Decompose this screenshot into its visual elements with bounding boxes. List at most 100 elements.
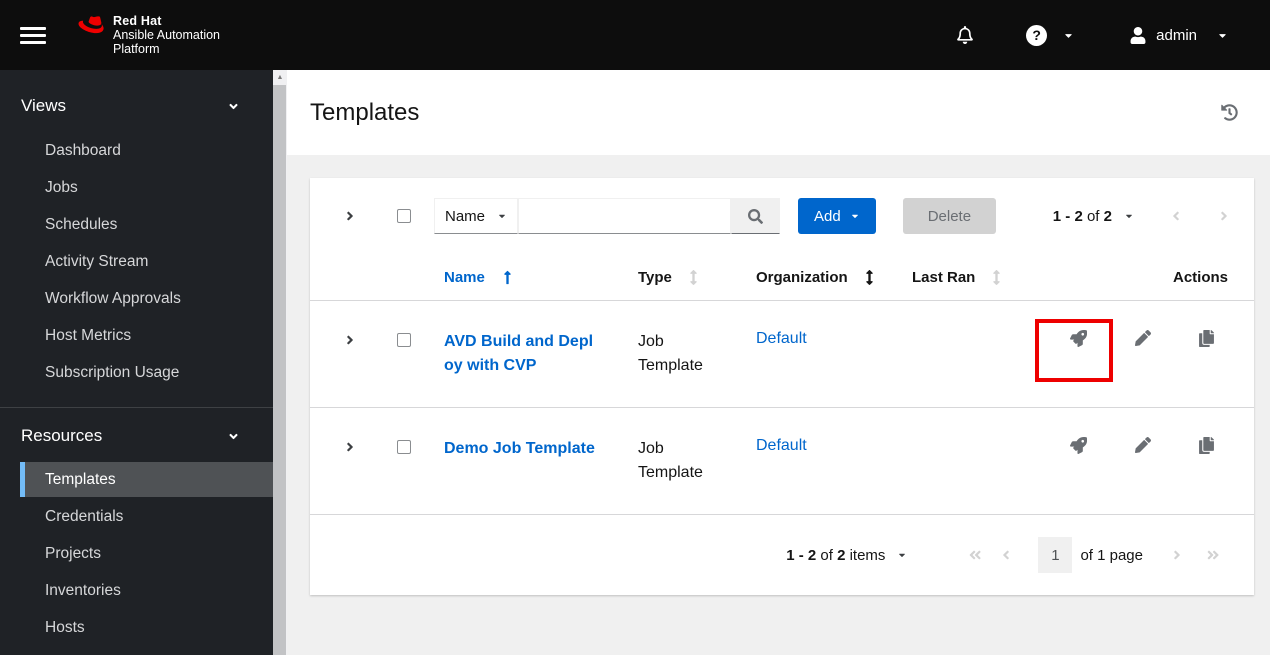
next-page-button[interactable] bbox=[1218, 209, 1230, 223]
search-button[interactable] bbox=[731, 198, 780, 234]
search-icon bbox=[748, 208, 763, 224]
template-type: Job Template bbox=[638, 440, 703, 481]
table-row: AVD Build and Deploy with CVP Job Templa… bbox=[310, 301, 1254, 408]
page-count-label: of 1 page bbox=[1080, 546, 1143, 564]
brand-logo[interactable]: Red Hat Ansible Automation Platform bbox=[78, 14, 220, 56]
main-content: Templates Name Add Delete 1 - 2 of 2 Nam… bbox=[287, 70, 1270, 655]
sort-icon bbox=[865, 269, 873, 285]
next-page-button[interactable] bbox=[1171, 548, 1183, 562]
row-expand-button[interactable] bbox=[344, 333, 356, 347]
row-checkbox[interactable] bbox=[397, 440, 411, 454]
launch-template-button[interactable] bbox=[1070, 330, 1087, 347]
angle-right-icon bbox=[1174, 550, 1180, 560]
sidebar-item-jobs[interactable]: Jobs bbox=[0, 169, 273, 206]
template-name-link[interactable]: Demo Job Template bbox=[444, 437, 595, 461]
sidebar-nav: Views Dashboard Jobs Schedules Activity … bbox=[0, 70, 273, 655]
masthead: Red Hat Ansible Automation Platform ? ad… bbox=[0, 0, 1270, 70]
edit-template-button[interactable] bbox=[1135, 330, 1151, 346]
ansible-automation-platform-app: Red Hat Ansible Automation Platform ? ad… bbox=[0, 0, 1270, 655]
user-menu[interactable]: admin bbox=[1130, 26, 1228, 44]
current-page-input[interactable] bbox=[1038, 537, 1073, 573]
rocket-launch-icon bbox=[1070, 437, 1087, 454]
top-pagination: 1 - 2 of 2 bbox=[1053, 208, 1230, 225]
template-name-link[interactable]: AVD Build and Deploy with CVP bbox=[444, 330, 602, 378]
page-title: Templates bbox=[310, 98, 420, 126]
sidebar-item-workflow-approvals[interactable]: Workflow Approvals bbox=[0, 280, 273, 317]
copy-template-button[interactable] bbox=[1199, 330, 1214, 347]
column-header-name[interactable]: Name bbox=[434, 269, 638, 286]
brand-name: Red Hat bbox=[113, 14, 162, 28]
product-name-line2: Platform bbox=[113, 42, 160, 56]
angle-right-icon bbox=[1221, 211, 1227, 221]
sidebar-item-subscription-usage[interactable]: Subscription Usage bbox=[0, 354, 273, 391]
history-refresh-button[interactable] bbox=[1221, 104, 1238, 121]
help-menu[interactable]: ? bbox=[1026, 24, 1074, 46]
column-header-actions: Actions bbox=[1172, 268, 1228, 286]
copy-icon bbox=[1199, 437, 1214, 454]
table-header-row: Name Type Organization Last Ran Actions bbox=[310, 254, 1254, 301]
nav-toggle-hamburger-icon[interactable] bbox=[20, 23, 46, 48]
sidebar-item-dashboard[interactable]: Dashboard bbox=[0, 132, 273, 169]
launch-template-button[interactable] bbox=[1070, 437, 1087, 454]
list-toolbar: Name Add Delete 1 - 2 of 2 bbox=[310, 178, 1254, 254]
angle-right-icon bbox=[347, 442, 353, 452]
caret-down-icon bbox=[499, 214, 505, 219]
caret-down-icon bbox=[851, 214, 858, 219]
pencil-edit-icon bbox=[1135, 437, 1151, 453]
sidebar-item-projects[interactable]: Projects bbox=[0, 535, 273, 572]
sidebar-item-inventories[interactable]: Inventories bbox=[0, 572, 273, 609]
edit-template-button[interactable] bbox=[1135, 437, 1151, 453]
last-page-button[interactable] bbox=[1201, 548, 1220, 562]
rocket-launch-icon bbox=[1070, 330, 1087, 347]
row-expand-button[interactable] bbox=[344, 440, 356, 454]
nav-section-views[interactable]: Views bbox=[0, 84, 273, 128]
first-page-button[interactable] bbox=[963, 548, 982, 562]
sidebar-divider bbox=[0, 407, 273, 414]
prev-page-button[interactable] bbox=[1170, 209, 1182, 223]
search-input[interactable] bbox=[518, 198, 731, 234]
row-checkbox[interactable] bbox=[397, 333, 411, 347]
user-icon bbox=[1130, 26, 1146, 44]
sort-ascending-icon bbox=[504, 270, 511, 284]
scrollbar-thumb[interactable] bbox=[273, 85, 286, 655]
copy-template-button[interactable] bbox=[1199, 437, 1214, 454]
sidebar-item-hosts[interactable]: Hosts bbox=[0, 609, 273, 646]
help-caret-down-icon bbox=[1065, 33, 1072, 38]
angle-left-icon bbox=[1173, 211, 1179, 221]
angle-right-icon bbox=[347, 335, 353, 345]
sort-icon bbox=[993, 269, 1001, 285]
organization-link[interactable]: Default bbox=[756, 330, 807, 347]
sidebar-item-activity-stream[interactable]: Activity Stream bbox=[0, 243, 273, 280]
select-all-checkbox[interactable] bbox=[397, 209, 411, 223]
angle-left-icon bbox=[1003, 550, 1010, 560]
prev-page-button[interactable] bbox=[1000, 548, 1012, 562]
column-header-type[interactable]: Type bbox=[638, 269, 756, 286]
scrollbar-up-arrow-icon[interactable]: ▲ bbox=[273, 70, 287, 85]
nav-section-resources[interactable]: Resources bbox=[0, 414, 273, 458]
sidebar-item-host-metrics[interactable]: Host Metrics bbox=[0, 317, 273, 354]
sidebar-item-credentials[interactable]: Credentials bbox=[0, 498, 273, 535]
sidebar-item-schedules[interactable]: Schedules bbox=[0, 206, 273, 243]
column-header-last-ran[interactable]: Last Ran bbox=[912, 269, 1036, 286]
history-icon bbox=[1221, 104, 1238, 121]
sidebar-item-templates[interactable]: Templates bbox=[20, 462, 273, 497]
angle-double-right-icon bbox=[1201, 548, 1220, 562]
add-button[interactable]: Add bbox=[798, 198, 876, 234]
per-page-caret-down-icon[interactable] bbox=[897, 550, 907, 560]
angle-right-icon bbox=[347, 211, 353, 221]
sidebar-scrollbar[interactable]: ▲ bbox=[273, 70, 287, 655]
organization-link[interactable]: Default bbox=[756, 437, 807, 454]
copy-icon bbox=[1199, 330, 1214, 347]
filter-type-value: Name bbox=[445, 207, 486, 225]
filter-type-select[interactable]: Name bbox=[434, 198, 518, 234]
table-row: Demo Job Template Job Template Default bbox=[310, 408, 1254, 515]
pagination-caret-down-icon[interactable] bbox=[1124, 211, 1134, 221]
templates-list-card: Name Add Delete 1 - 2 of 2 Name Type Org… bbox=[310, 178, 1254, 595]
column-header-organization[interactable]: Organization bbox=[756, 269, 912, 286]
product-name-line1: Ansible Automation bbox=[113, 28, 221, 42]
delete-button[interactable]: Delete bbox=[902, 198, 997, 234]
user-caret-down-icon bbox=[1219, 33, 1226, 38]
expand-all-button[interactable] bbox=[326, 198, 374, 234]
angle-double-left-icon bbox=[963, 548, 982, 562]
notifications-bell-icon[interactable] bbox=[956, 26, 974, 44]
